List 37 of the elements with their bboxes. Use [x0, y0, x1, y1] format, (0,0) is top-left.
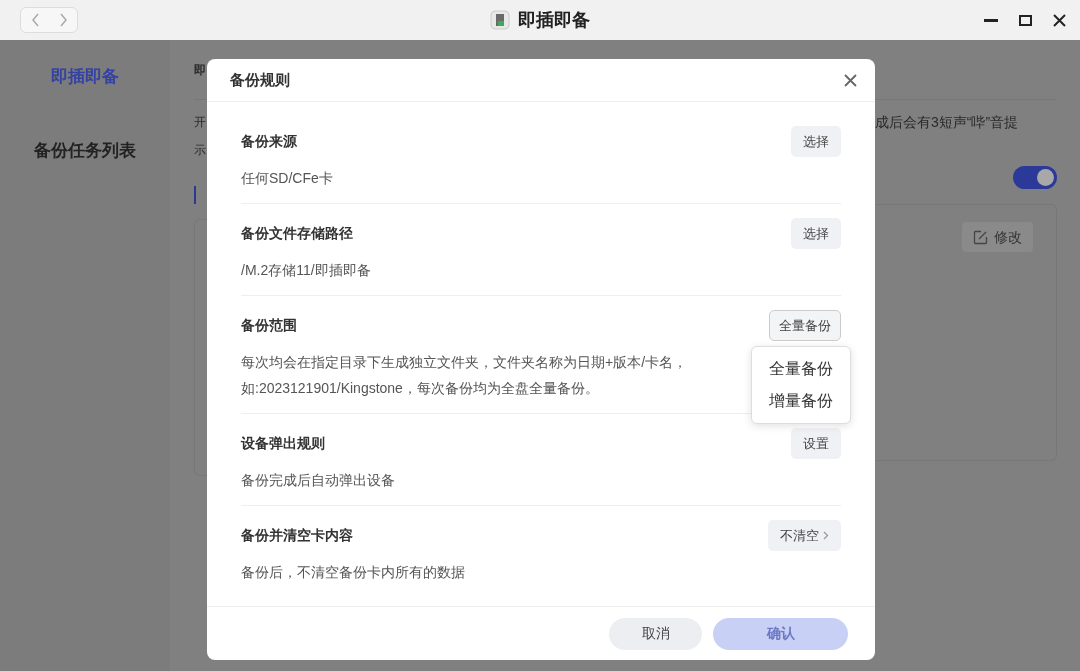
toggle-switch[interactable] [1013, 166, 1057, 189]
section-title: 备份范围 [241, 316, 297, 335]
cancel-button[interactable]: 取消 [609, 617, 702, 650]
chevron-right-icon [58, 13, 68, 27]
sidebar-item[interactable]: 备份任务列表 [34, 137, 136, 163]
action-button[interactable]: 选择 [791, 218, 841, 249]
section-description: /M.2存储11/即插即备 [241, 261, 372, 280]
minimize-icon [984, 18, 998, 22]
close-icon [1052, 13, 1066, 27]
dialog-title: 备份规则 [230, 69, 290, 90]
action-button[interactable]: 选择 [791, 126, 841, 157]
section-marker [194, 186, 196, 204]
chevron-left-icon [30, 13, 40, 27]
section-title: 备份文件存储路径 [241, 224, 353, 243]
chevron-right-icon [823, 531, 829, 540]
section-description: 任何SD/CFe卡 [241, 169, 334, 188]
sd-card-icon [490, 10, 510, 30]
window-title: 即插即备 [518, 8, 590, 32]
intro-text: 开 [194, 115, 206, 129]
section-description: 每次均会在指定目录下生成独立文件夹，文件夹名称为日期+版本/卡名，如:2023121901/Kingstone，每次备份均为全盘全量备份。 [241, 353, 689, 398]
section-description: 备份完成后自动弹出设备 [241, 471, 396, 490]
tab-label[interactable]: 即 [194, 55, 206, 84]
menu-item[interactable]: 增量备份 [752, 385, 850, 417]
action-button[interactable]: 不清空 [768, 520, 841, 551]
edit-icon [973, 229, 988, 245]
action-button[interactable]: 设置 [791, 428, 841, 459]
close-icon [844, 74, 857, 88]
edit-button[interactable]: 修改 [962, 222, 1033, 252]
menu-item[interactable]: 全量备份 [752, 353, 850, 385]
maximize-icon [1018, 14, 1032, 26]
dropdown-button[interactable]: 全量备份 [769, 310, 841, 341]
section-title: 备份并清空卡内容 [241, 526, 353, 545]
intro-text: 成后会有3短声“哔”音提 [875, 113, 1020, 132]
section-description: 备份后，不清空备份卡内所有的数据 [241, 563, 466, 582]
intro-text: 示 [194, 143, 206, 157]
section-title: 设备弹出规则 [241, 434, 325, 453]
section-title: 备份来源 [241, 132, 297, 151]
